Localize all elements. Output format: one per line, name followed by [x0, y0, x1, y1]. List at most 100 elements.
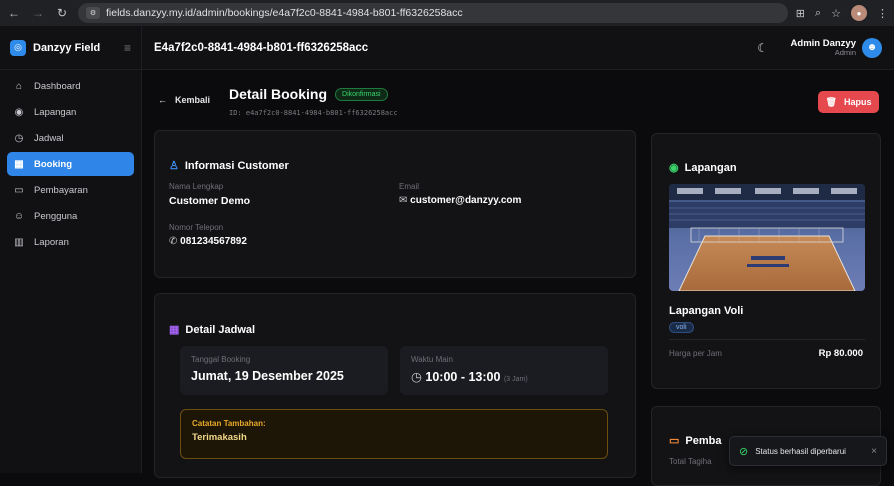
profile-icon[interactable]: ● — [851, 5, 867, 21]
brand: ◎ Danzyy Field ≡ — [0, 26, 141, 70]
customer-phone-field: Nomor Telepon ✆ 081234567892 — [169, 223, 247, 247]
divider — [669, 339, 865, 340]
back-button[interactable]: ← Kembali — [158, 95, 210, 105]
field-name: Lapangan Voli — [669, 305, 744, 317]
total-label: Total Tagiha — [669, 457, 712, 466]
url-text: fields.danzyy.my.id/admin/bookings/e4a7f… — [106, 7, 463, 19]
schedule-card: ▦ Detail Jadwal Tanggal Booking Jumat, 1… — [154, 293, 636, 478]
sidebar-item-label: Laporan — [34, 236, 69, 248]
location-pin-icon: ◉ — [669, 162, 679, 174]
back-arrow-icon[interactable]: ← — [6, 5, 22, 21]
brand-logo-icon: ◎ — [10, 39, 26, 56]
schedule-card-title: ▦ Detail Jadwal — [169, 323, 256, 337]
date-label: Tanggal Booking — [191, 355, 251, 364]
trash-icon: 🗑 — [825, 96, 837, 107]
topbar: E4a7f2c0-8841-4984-b801-ff6326258acc ☾ A… — [142, 26, 894, 70]
booking-title-text: Detail Booking — [229, 86, 328, 102]
sidebar-item-jadwal[interactable]: ◷ Jadwal — [7, 126, 134, 150]
main-content: ← Kembali Detail Booking Dikonfirmasi ID… — [142, 70, 894, 486]
payment-card-title: ▭ Pemba — [669, 434, 722, 448]
customer-email-row: ✉ customer@danzyy.com — [399, 195, 521, 206]
brand-name: Danzyy Field — [33, 41, 101, 54]
customer-card-title: ♙ Informasi Customer — [169, 159, 289, 173]
field-title-text: Lapangan — [684, 161, 737, 174]
field-image — [669, 184, 865, 291]
phone-label: Nomor Telepon — [169, 223, 224, 232]
browser-menu-icon[interactable]: ⋮ — [877, 7, 888, 20]
avatar[interactable]: ☻ — [862, 37, 882, 58]
sidebar-item-label: Booking — [34, 158, 72, 170]
sidebar-item-lapangan[interactable]: ◉ Lapangan — [7, 100, 134, 124]
site-info-icon[interactable]: ⚙ — [86, 7, 100, 19]
schedule-title-text: Detail Jadwal — [185, 323, 256, 336]
bookmark-star-icon[interactable]: ☆ — [831, 7, 841, 20]
reload-icon[interactable]: ↻ — [54, 5, 70, 21]
browser-toolbar: ← → ↻ ⚙ fields.danzyy.my.id/admin/bookin… — [0, 0, 894, 26]
translate-icon[interactable]: ⊞ — [796, 7, 805, 20]
address-bar[interactable]: ⚙ fields.danzyy.my.id/admin/bookings/e4a… — [78, 3, 788, 23]
customer-card: ♙ Informasi Customer Nama Lengkap Custom… — [154, 130, 636, 278]
home-icon: ⌂ — [15, 80, 23, 92]
note-box: Catatan Tambahan: Terimakasih — [180, 409, 608, 459]
bar-chart-icon: ▥ — [14, 236, 24, 248]
calendar-icon: ▦ — [169, 324, 180, 336]
name-label: Nama Lengkap — [169, 182, 224, 191]
customer-email-field: Email ✉ customer@danzyy.com — [399, 182, 521, 206]
price-value: Rp 80.000 — [818, 348, 863, 359]
arrow-left-icon: ← — [158, 95, 167, 105]
close-icon[interactable]: × — [871, 446, 877, 457]
note-text: Terimakasih — [192, 432, 247, 443]
phone-icon: ✆ — [169, 236, 181, 247]
customer-name: Customer Demo — [169, 195, 251, 207]
collapse-menu-icon[interactable]: ≡ — [124, 41, 131, 55]
status-badge: Dikonfirmasi — [335, 87, 388, 101]
page-title: E4a7f2c0-8841-4984-b801-ff6326258acc — [154, 41, 369, 54]
sidebar: ◎ Danzyy Field ≡ ⌂ Dashboard ◉ Lapangan … — [0, 26, 142, 473]
customer-phone[interactable]: 081234567892 — [180, 236, 247, 247]
field-card-title: ◉ Lapangan — [669, 161, 737, 175]
customer-title-text: Informasi Customer — [184, 159, 289, 172]
date-box: Tanggal Booking Jumat, 19 Desember 2025 — [180, 346, 388, 395]
sidebar-item-label: Dashboard — [34, 80, 81, 92]
booking-title: Detail Booking Dikonfirmasi — [229, 86, 388, 102]
booking-duration: (3 Jam) — [503, 376, 528, 383]
theme-toggle-icon[interactable]: ☾ — [753, 38, 773, 58]
user-menu[interactable]: Admin Danzyy Admin ☻ — [791, 37, 882, 58]
back-label: Kembali — [175, 95, 211, 105]
volleyball-court-image — [669, 184, 865, 291]
user-icon: ♙ — [169, 160, 179, 172]
toast-message: Status berhasil diperbarui — [755, 446, 846, 456]
toast-notification: ⊘ Status berhasil diperbarui × — [729, 436, 887, 466]
booking-id: ID: e4a7f2c0-8841-4984-b801-ff6326258acc — [229, 109, 398, 117]
clock-icon: ◷ — [411, 370, 426, 384]
forward-arrow-icon[interactable]: → — [30, 5, 46, 21]
calendar-icon: ▦ — [14, 158, 24, 170]
user-role: Admin — [834, 47, 856, 57]
customer-name-field: Nama Lengkap Customer Demo — [169, 182, 250, 207]
delete-button[interactable]: 🗑 Hapus — [818, 91, 879, 113]
sidebar-nav: ⌂ Dashboard ◉ Lapangan ◷ Jadwal ▦ Bookin… — [0, 70, 141, 258]
field-tag: voli — [669, 322, 694, 333]
time-box: Waktu Main ◷ 10:00 - 13:00 (3 Jam) — [400, 346, 608, 395]
sidebar-item-dashboard[interactable]: ⌂ Dashboard — [7, 74, 134, 98]
sidebar-item-label: Lapangan — [34, 106, 77, 118]
users-icon: ☺ — [13, 210, 25, 222]
booking-time: 10:00 - 13:00 — [425, 370, 501, 384]
sidebar-item-booking[interactable]: ▦ Booking — [7, 152, 134, 176]
credit-card-icon: ▭ — [669, 435, 680, 447]
payment-title-text: Pemba — [685, 434, 722, 447]
sidebar-item-label: Jadwal — [34, 132, 64, 144]
note-label: Catatan Tambahan: — [192, 419, 266, 428]
zoom-icon[interactable]: ⌕ — [815, 7, 821, 20]
customer-phone-row: ✆ 081234567892 — [169, 236, 247, 247]
clock-icon: ◷ — [14, 132, 24, 144]
mail-icon: ✉ — [399, 195, 411, 206]
sidebar-item-pengguna[interactable]: ☺ Pengguna — [7, 204, 134, 228]
sidebar-item-label: Pengguna — [34, 210, 78, 222]
sidebar-item-laporan[interactable]: ▥ Laporan — [7, 230, 134, 254]
delete-label: Hapus — [843, 97, 872, 107]
customer-email[interactable]: customer@danzyy.com — [410, 195, 521, 206]
sidebar-item-pembayaran[interactable]: ▭ Pembayaran — [7, 178, 134, 202]
credit-card-icon: ▭ — [14, 184, 24, 196]
check-circle-icon: ⊘ — [739, 445, 749, 458]
